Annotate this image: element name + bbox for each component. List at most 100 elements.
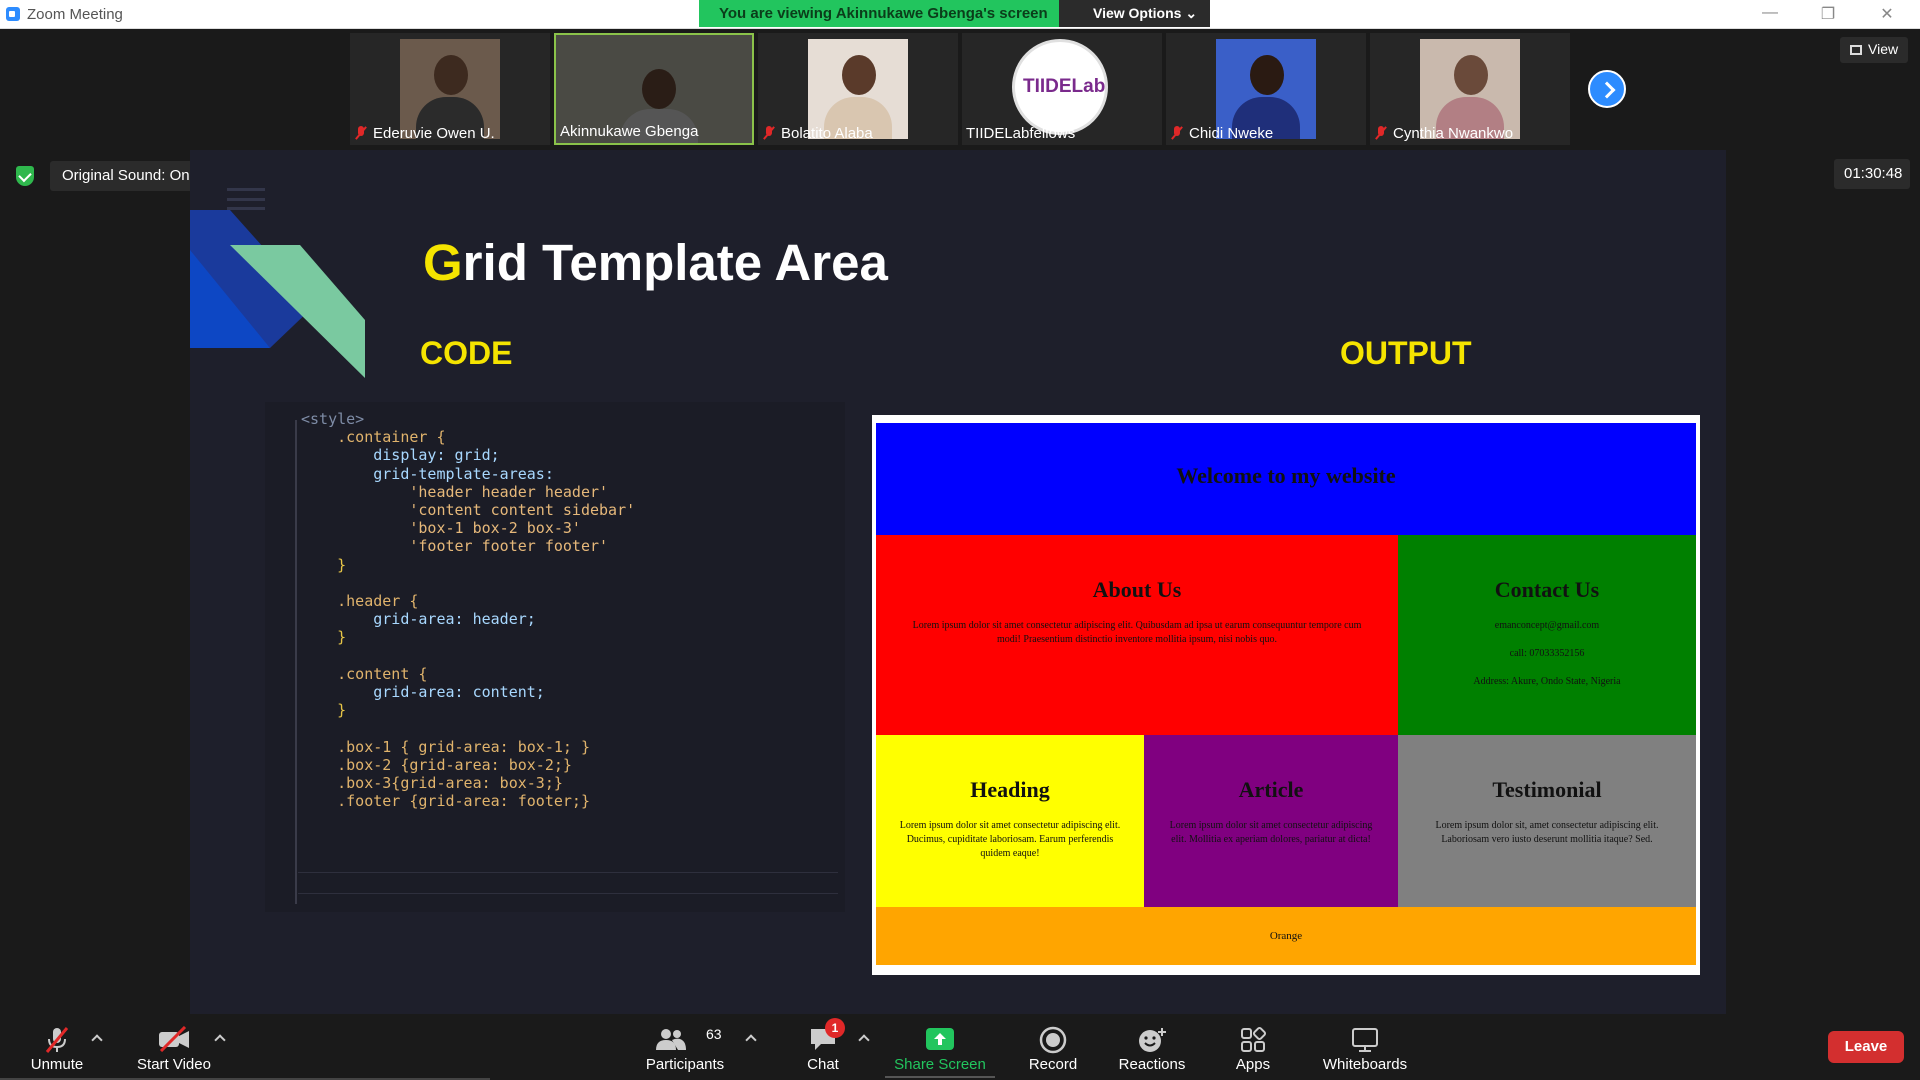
output-footer: Orange (876, 907, 1696, 965)
original-sound-button[interactable]: Original Sound: On (50, 161, 196, 191)
reactions-smiley-icon (1139, 1028, 1166, 1052)
unmute-button[interactable]: Unmute (18, 1014, 96, 1080)
restore-icon[interactable]: ❐ (1818, 4, 1838, 24)
code-line: <style> (301, 410, 365, 428)
participant-name: Bolatito Alaba (781, 124, 873, 142)
participants-strip: Ederuvie Owen U. Akinnukawe Gbenga Bolat… (0, 29, 1920, 147)
zoom-meeting-window: Zoom Meeting You are viewing Akinnukawe … (0, 0, 1920, 1080)
participant-tile[interactable]: Ederuvie Owen U. (350, 33, 550, 145)
microphone-muted-icon (45, 1027, 69, 1053)
code-line: 'box-1 box-2 box-3' (301, 519, 581, 538)
code-panel: <style> .container { display: grid; grid… (265, 402, 845, 912)
start-video-label: Start Video (137, 1056, 211, 1073)
record-icon (1039, 1026, 1067, 1054)
slide-decoration (190, 210, 365, 378)
tiidelab-logo: TIIDELab (1012, 39, 1108, 135)
reactions-button[interactable]: Reactions (1112, 1014, 1192, 1080)
mic-muted-icon (354, 126, 368, 140)
close-icon[interactable]: ✕ (1877, 4, 1897, 24)
participants-count: 63 (706, 1026, 722, 1042)
code-line: } (301, 701, 347, 720)
security-shield-icon[interactable] (16, 166, 34, 186)
minimize-icon[interactable]: — (1760, 4, 1780, 22)
record-label: Record (1028, 1056, 1078, 1073)
output-header: Welcome to my website (876, 423, 1696, 535)
participant-tile-active-speaker[interactable]: Akinnukawe Gbenga (554, 33, 754, 145)
whiteboards-label: Whiteboards (1322, 1056, 1408, 1073)
output-contact-section: Contact Us emanconcept@gmail.com call: 0… (1398, 535, 1696, 735)
chat-button[interactable]: 1 Chat (785, 1014, 861, 1080)
participant-name: Chidi Nweke (1189, 124, 1274, 142)
output-preview: Welcome to my website About Us Lorem ips… (872, 415, 1700, 975)
share-screen-indicator (885, 1076, 995, 1078)
chat-unread-badge: 1 (825, 1018, 845, 1038)
record-button[interactable]: Record (1013, 1014, 1093, 1080)
output-article-box: Article Lorem ipsum dolor sit amet conse… (1144, 735, 1398, 907)
code-line: .box-2 {grid-area: box-2;} (301, 755, 572, 774)
code-line: } (301, 628, 347, 647)
code-line: 'footer footer footer' (301, 537, 609, 556)
mic-muted-icon (1374, 126, 1388, 140)
viewing-screen-text: You are viewing Akinnukawe Gbenga's scre… (719, 5, 1048, 22)
whiteboards-button[interactable]: Whiteboards (1315, 1014, 1415, 1080)
code-line: grid-template-areas: (301, 464, 554, 483)
code-line: grid-area: header; (301, 610, 536, 629)
apps-label: Apps (1235, 1056, 1271, 1073)
share-screen-label: Share Screen (894, 1056, 986, 1073)
code-line: .footer {grid-area: footer;} (301, 792, 590, 811)
output-heading: OUTPUT (1340, 335, 1472, 371)
leave-meeting-button[interactable]: Leave (1828, 1031, 1904, 1063)
reactions-label: Reactions (1118, 1056, 1186, 1073)
code-line: } (301, 555, 347, 574)
original-sound-label: Original Sound: On (62, 167, 190, 184)
participants-icon (656, 1029, 686, 1050)
code-line: grid-area: content; (301, 683, 545, 701)
share-screen-icon (926, 1028, 954, 1050)
code-line: .box-3{grid-area: box-3;} (301, 774, 563, 792)
start-video-button[interactable]: Start Video (128, 1014, 220, 1080)
apps-button[interactable]: Apps (1213, 1014, 1293, 1080)
video-off-icon (159, 1026, 189, 1052)
slide-menu-icon (227, 188, 265, 210)
tiidelab-logo-text: TIIDELab (1023, 76, 1106, 97)
meeting-timer: 01:30:48 (1834, 159, 1910, 189)
output-testimonial-box: Testimonial Lorem ipsum dolor sit, amet … (1398, 735, 1696, 907)
participant-name: Ederuvie Owen U. (373, 124, 495, 142)
code-heading: CODE (420, 335, 513, 371)
code-line: display: grid; (301, 446, 500, 465)
share-screen-button[interactable]: Share Screen (885, 1014, 995, 1080)
output-heading-box: Heading Lorem ipsum dolor sit amet conse… (876, 735, 1144, 907)
participants-label: Participants (645, 1056, 725, 1073)
view-layout-button[interactable]: View (1840, 37, 1908, 63)
mic-muted-icon (1170, 126, 1184, 140)
participant-name: Akinnukawe Gbenga (560, 122, 699, 140)
code-line: .content { (301, 664, 428, 683)
chat-label: Chat (807, 1056, 839, 1073)
code-line: 'content content sidebar' (301, 501, 636, 519)
shared-screen-slide: Grid Template Area CODE OUTPUT <style> .… (190, 150, 1726, 1014)
next-page-arrow-icon[interactable] (1588, 70, 1626, 108)
output-about-section: About Us Lorem ipsum dolor sit amet cons… (876, 535, 1398, 735)
participant-tile[interactable]: Cynthia Nwankwo (1370, 33, 1570, 145)
whiteboard-icon (1352, 1028, 1378, 1052)
meeting-toolbar: Unmute Start Video 63 Participants 1 Cha… (0, 1014, 1920, 1080)
participants-chevron-icon[interactable] (745, 1034, 757, 1046)
participant-tile[interactable]: TIIDELab TIIDELabfellows (962, 33, 1162, 145)
view-layout-label: View (1868, 41, 1899, 57)
code-line: .container { (301, 428, 446, 447)
meeting-timer-value: 01:30:48 (1844, 165, 1903, 182)
participants-button[interactable]: 63 Participants (640, 1014, 730, 1080)
mic-muted-icon (762, 126, 776, 140)
unmute-label: Unmute (30, 1056, 84, 1073)
title-bar: Zoom Meeting You are viewing Akinnukawe … (0, 0, 1920, 29)
code-line: .box-1 { grid-area: box-1; } (301, 737, 590, 756)
participant-tile[interactable]: Bolatito Alaba (758, 33, 958, 145)
window-title: Zoom Meeting (27, 6, 123, 23)
slide-title: Grid Template Area (423, 234, 888, 291)
viewing-screen-banner: You are viewing Akinnukawe Gbenga's scre… (699, 0, 1059, 27)
participant-tile[interactable]: Chidi Nweke (1166, 33, 1366, 145)
code-line: 'header header header' (301, 482, 609, 501)
grid-view-icon (1850, 45, 1862, 55)
participant-name: Cynthia Nwankwo (1393, 124, 1514, 142)
view-options-button[interactable]: View Options ⌄ (1059, 0, 1210, 27)
